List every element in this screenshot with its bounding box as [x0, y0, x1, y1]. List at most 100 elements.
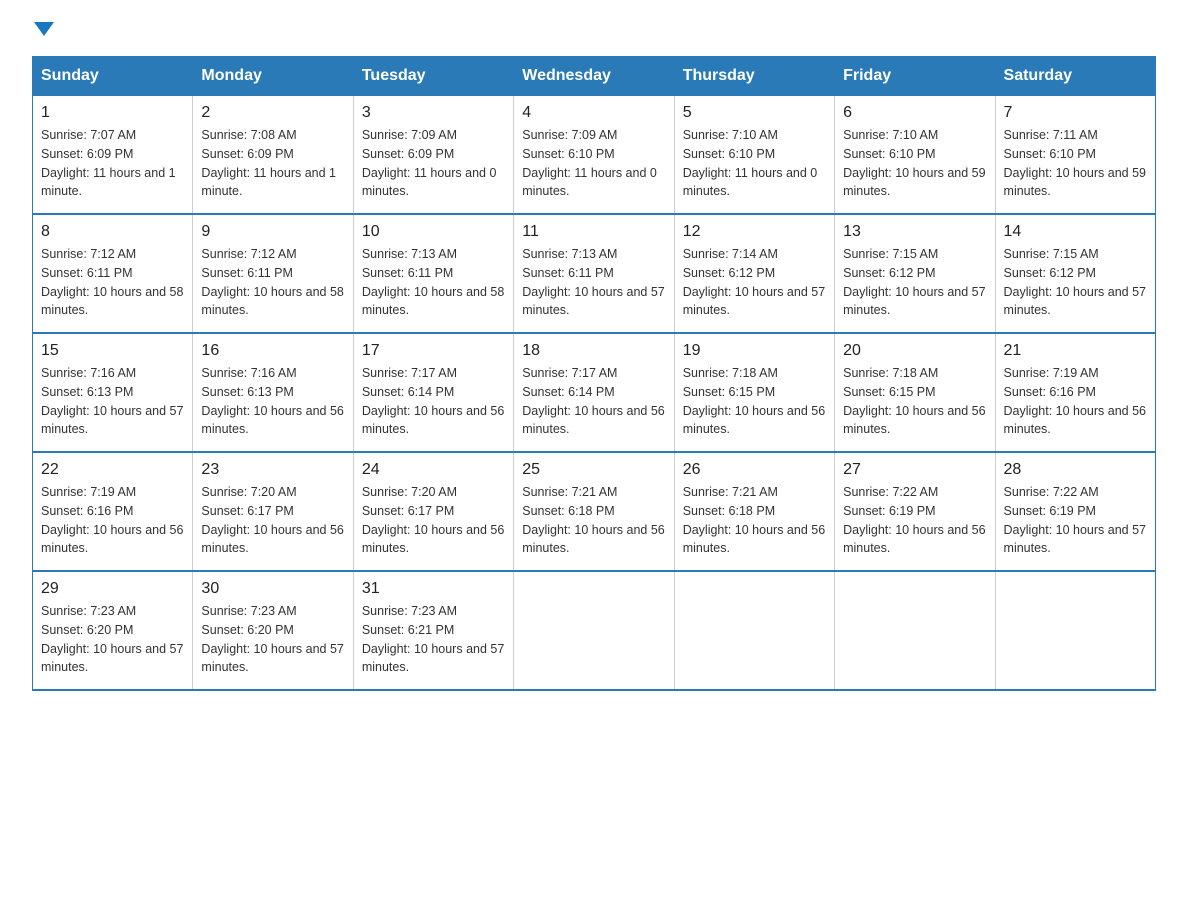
day-number: 1 — [41, 104, 184, 122]
calendar-cell: 8 Sunrise: 7:12 AMSunset: 6:11 PMDayligh… — [33, 214, 193, 333]
calendar-cell: 20 Sunrise: 7:18 AMSunset: 6:15 PMDaylig… — [835, 333, 995, 452]
day-number: 24 — [362, 461, 505, 479]
day-number: 12 — [683, 223, 826, 241]
calendar-cell: 29 Sunrise: 7:23 AMSunset: 6:20 PMDaylig… — [33, 571, 193, 690]
calendar-cell: 25 Sunrise: 7:21 AMSunset: 6:18 PMDaylig… — [514, 452, 674, 571]
logo — [32, 24, 54, 38]
day-info: Sunrise: 7:20 AMSunset: 6:17 PMDaylight:… — [362, 483, 505, 558]
day-info: Sunrise: 7:18 AMSunset: 6:15 PMDaylight:… — [843, 364, 986, 439]
page-header — [32, 24, 1156, 38]
calendar-cell: 13 Sunrise: 7:15 AMSunset: 6:12 PMDaylig… — [835, 214, 995, 333]
calendar-cell: 12 Sunrise: 7:14 AMSunset: 6:12 PMDaylig… — [674, 214, 834, 333]
day-info: Sunrise: 7:10 AMSunset: 6:10 PMDaylight:… — [843, 126, 986, 201]
day-number: 9 — [201, 223, 344, 241]
day-number: 21 — [1004, 342, 1147, 360]
calendar-cell: 7 Sunrise: 7:11 AMSunset: 6:10 PMDayligh… — [995, 96, 1155, 215]
day-number: 5 — [683, 104, 826, 122]
day-number: 15 — [41, 342, 184, 360]
day-info: Sunrise: 7:15 AMSunset: 6:12 PMDaylight:… — [1004, 245, 1147, 320]
calendar-cell: 9 Sunrise: 7:12 AMSunset: 6:11 PMDayligh… — [193, 214, 353, 333]
calendar-cell: 11 Sunrise: 7:13 AMSunset: 6:11 PMDaylig… — [514, 214, 674, 333]
calendar-cell: 18 Sunrise: 7:17 AMSunset: 6:14 PMDaylig… — [514, 333, 674, 452]
calendar-cell: 4 Sunrise: 7:09 AMSunset: 6:10 PMDayligh… — [514, 96, 674, 215]
calendar-cell: 1 Sunrise: 7:07 AMSunset: 6:09 PMDayligh… — [33, 96, 193, 215]
day-info: Sunrise: 7:23 AMSunset: 6:21 PMDaylight:… — [362, 602, 505, 677]
calendar-cell: 22 Sunrise: 7:19 AMSunset: 6:16 PMDaylig… — [33, 452, 193, 571]
calendar-cell — [514, 571, 674, 690]
day-info: Sunrise: 7:19 AMSunset: 6:16 PMDaylight:… — [41, 483, 184, 558]
day-number: 11 — [522, 223, 665, 241]
day-number: 31 — [362, 580, 505, 598]
day-info: Sunrise: 7:22 AMSunset: 6:19 PMDaylight:… — [1004, 483, 1147, 558]
day-of-week-saturday: Saturday — [995, 57, 1155, 96]
day-number: 14 — [1004, 223, 1147, 241]
day-number: 4 — [522, 104, 665, 122]
day-of-week-tuesday: Tuesday — [353, 57, 513, 96]
day-info: Sunrise: 7:12 AMSunset: 6:11 PMDaylight:… — [201, 245, 344, 320]
day-info: Sunrise: 7:15 AMSunset: 6:12 PMDaylight:… — [843, 245, 986, 320]
day-info: Sunrise: 7:19 AMSunset: 6:16 PMDaylight:… — [1004, 364, 1147, 439]
day-number: 8 — [41, 223, 184, 241]
calendar-cell: 21 Sunrise: 7:19 AMSunset: 6:16 PMDaylig… — [995, 333, 1155, 452]
calendar-week-row: 8 Sunrise: 7:12 AMSunset: 6:11 PMDayligh… — [33, 214, 1156, 333]
day-info: Sunrise: 7:11 AMSunset: 6:10 PMDaylight:… — [1004, 126, 1147, 201]
calendar-cell: 26 Sunrise: 7:21 AMSunset: 6:18 PMDaylig… — [674, 452, 834, 571]
day-info: Sunrise: 7:10 AMSunset: 6:10 PMDaylight:… — [683, 126, 826, 201]
calendar-cell: 19 Sunrise: 7:18 AMSunset: 6:15 PMDaylig… — [674, 333, 834, 452]
day-of-week-monday: Monday — [193, 57, 353, 96]
day-info: Sunrise: 7:21 AMSunset: 6:18 PMDaylight:… — [683, 483, 826, 558]
calendar-cell: 2 Sunrise: 7:08 AMSunset: 6:09 PMDayligh… — [193, 96, 353, 215]
day-of-week-thursday: Thursday — [674, 57, 834, 96]
day-number: 19 — [683, 342, 826, 360]
day-info: Sunrise: 7:09 AMSunset: 6:10 PMDaylight:… — [522, 126, 665, 201]
day-info: Sunrise: 7:22 AMSunset: 6:19 PMDaylight:… — [843, 483, 986, 558]
day-number: 6 — [843, 104, 986, 122]
day-number: 18 — [522, 342, 665, 360]
calendar-cell: 15 Sunrise: 7:16 AMSunset: 6:13 PMDaylig… — [33, 333, 193, 452]
calendar-cell: 27 Sunrise: 7:22 AMSunset: 6:19 PMDaylig… — [835, 452, 995, 571]
day-number: 22 — [41, 461, 184, 479]
calendar-cell: 16 Sunrise: 7:16 AMSunset: 6:13 PMDaylig… — [193, 333, 353, 452]
day-info: Sunrise: 7:16 AMSunset: 6:13 PMDaylight:… — [41, 364, 184, 439]
calendar-cell: 28 Sunrise: 7:22 AMSunset: 6:19 PMDaylig… — [995, 452, 1155, 571]
day-number: 17 — [362, 342, 505, 360]
day-info: Sunrise: 7:07 AMSunset: 6:09 PMDaylight:… — [41, 126, 184, 201]
calendar-cell — [835, 571, 995, 690]
calendar-week-row: 29 Sunrise: 7:23 AMSunset: 6:20 PMDaylig… — [33, 571, 1156, 690]
day-number: 7 — [1004, 104, 1147, 122]
day-number: 2 — [201, 104, 344, 122]
days-of-week-row: SundayMondayTuesdayWednesdayThursdayFrid… — [33, 57, 1156, 96]
calendar-cell: 6 Sunrise: 7:10 AMSunset: 6:10 PMDayligh… — [835, 96, 995, 215]
calendar-cell: 23 Sunrise: 7:20 AMSunset: 6:17 PMDaylig… — [193, 452, 353, 571]
day-of-week-sunday: Sunday — [33, 57, 193, 96]
calendar-cell: 17 Sunrise: 7:17 AMSunset: 6:14 PMDaylig… — [353, 333, 513, 452]
calendar-body: 1 Sunrise: 7:07 AMSunset: 6:09 PMDayligh… — [33, 96, 1156, 691]
day-number: 25 — [522, 461, 665, 479]
calendar-cell — [674, 571, 834, 690]
calendar-cell: 24 Sunrise: 7:20 AMSunset: 6:17 PMDaylig… — [353, 452, 513, 571]
calendar-header: SundayMondayTuesdayWednesdayThursdayFrid… — [33, 57, 1156, 96]
calendar-cell: 14 Sunrise: 7:15 AMSunset: 6:12 PMDaylig… — [995, 214, 1155, 333]
calendar-cell: 5 Sunrise: 7:10 AMSunset: 6:10 PMDayligh… — [674, 96, 834, 215]
day-number: 16 — [201, 342, 344, 360]
calendar-table: SundayMondayTuesdayWednesdayThursdayFrid… — [32, 56, 1156, 691]
day-info: Sunrise: 7:17 AMSunset: 6:14 PMDaylight:… — [522, 364, 665, 439]
day-number: 26 — [683, 461, 826, 479]
day-info: Sunrise: 7:09 AMSunset: 6:09 PMDaylight:… — [362, 126, 505, 201]
day-info: Sunrise: 7:13 AMSunset: 6:11 PMDaylight:… — [362, 245, 505, 320]
day-number: 27 — [843, 461, 986, 479]
day-number: 13 — [843, 223, 986, 241]
day-info: Sunrise: 7:20 AMSunset: 6:17 PMDaylight:… — [201, 483, 344, 558]
day-number: 23 — [201, 461, 344, 479]
day-number: 28 — [1004, 461, 1147, 479]
calendar-cell: 10 Sunrise: 7:13 AMSunset: 6:11 PMDaylig… — [353, 214, 513, 333]
calendar-cell: 3 Sunrise: 7:09 AMSunset: 6:09 PMDayligh… — [353, 96, 513, 215]
calendar-cell — [995, 571, 1155, 690]
day-info: Sunrise: 7:12 AMSunset: 6:11 PMDaylight:… — [41, 245, 184, 320]
calendar-week-row: 1 Sunrise: 7:07 AMSunset: 6:09 PMDayligh… — [33, 96, 1156, 215]
day-info: Sunrise: 7:23 AMSunset: 6:20 PMDaylight:… — [41, 602, 184, 677]
calendar-week-row: 22 Sunrise: 7:19 AMSunset: 6:16 PMDaylig… — [33, 452, 1156, 571]
day-info: Sunrise: 7:21 AMSunset: 6:18 PMDaylight:… — [522, 483, 665, 558]
day-of-week-wednesday: Wednesday — [514, 57, 674, 96]
day-of-week-friday: Friday — [835, 57, 995, 96]
